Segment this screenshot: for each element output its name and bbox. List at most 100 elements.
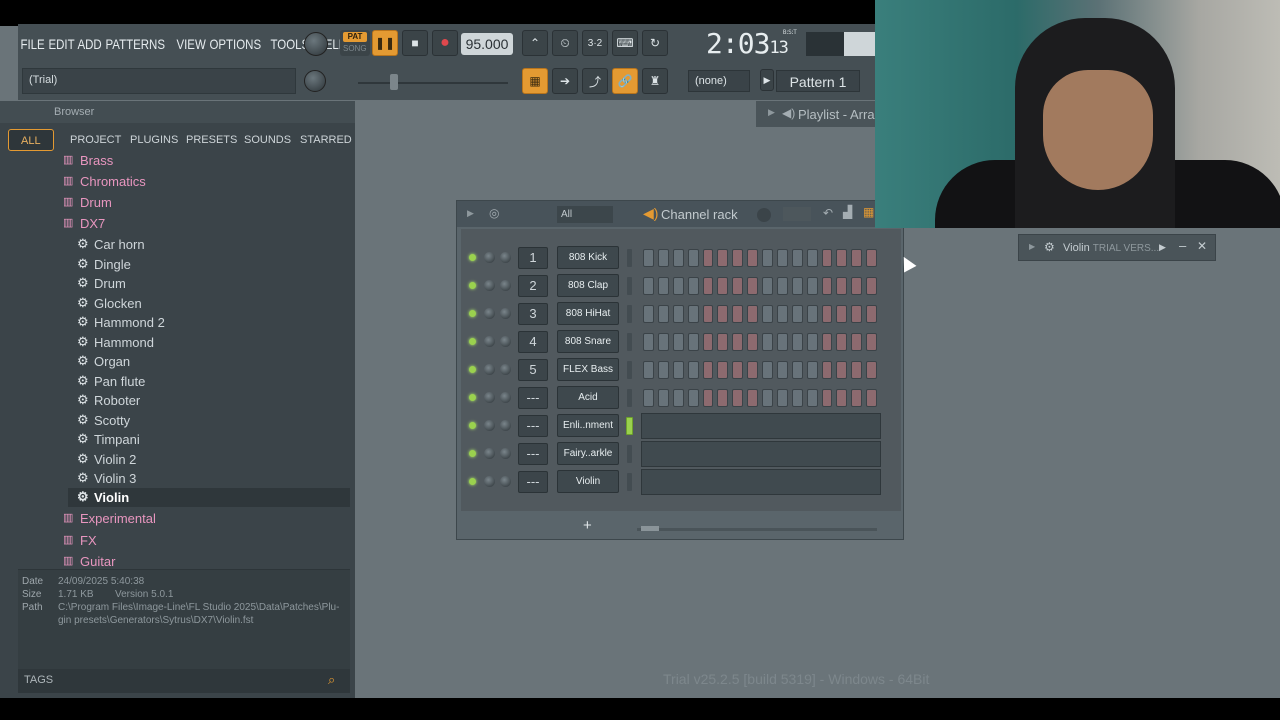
step-button[interactable]: [657, 277, 669, 295]
channel-select[interactable]: [627, 249, 632, 267]
main-volume-knob[interactable]: [304, 32, 328, 56]
main-pitch-knob[interactable]: [304, 70, 326, 92]
mixer-track-number[interactable]: ---: [518, 387, 548, 409]
swing-knob[interactable]: [757, 208, 771, 222]
folder-item[interactable]: ▥ Experimental: [54, 509, 350, 528]
channel-pan-knob[interactable]: [500, 280, 511, 291]
step-button[interactable]: [717, 305, 729, 323]
mixer-track-number[interactable]: 2: [518, 275, 548, 297]
rack-scrollbar[interactable]: [637, 528, 877, 531]
step-button[interactable]: [732, 333, 744, 351]
rack-collapse-icon[interactable]: ▶: [467, 208, 474, 219]
rack-volume-slider[interactable]: [783, 207, 811, 221]
step-button[interactable]: [866, 305, 877, 323]
step-button[interactable]: [747, 333, 758, 351]
step-button[interactable]: [776, 277, 788, 295]
step-button[interactable]: [747, 277, 758, 295]
expand-icon[interactable]: ▶: [1029, 242, 1035, 251]
mute-led[interactable]: [469, 254, 476, 261]
channel-select[interactable]: [627, 389, 632, 407]
folder-item[interactable]: ▥ FX: [54, 531, 350, 550]
step-button[interactable]: [821, 249, 833, 267]
mute-led[interactable]: [469, 478, 476, 485]
step-button[interactable]: [717, 249, 729, 267]
step-button[interactable]: [747, 389, 758, 407]
channel-filter-select[interactable]: All: [557, 206, 613, 223]
record-button[interactable]: ●: [432, 30, 458, 56]
step-button[interactable]: [806, 277, 818, 295]
patch-item[interactable]: ⚙ Scotty: [68, 411, 350, 430]
step-button[interactable]: [762, 389, 773, 407]
step-button[interactable]: [821, 333, 833, 351]
step-button[interactable]: [687, 333, 699, 351]
channel-volume-knob[interactable]: [484, 308, 495, 319]
minimize-icon[interactable]: –: [1179, 238, 1186, 253]
step-button[interactable]: [657, 361, 669, 379]
step-button[interactable]: [791, 277, 803, 295]
step-button[interactable]: [806, 333, 818, 351]
step-button[interactable]: [732, 361, 744, 379]
step-button[interactable]: [732, 389, 744, 407]
step-button[interactable]: [717, 389, 729, 407]
folder-item[interactable]: ▥ Brass: [54, 153, 350, 170]
step-button[interactable]: [643, 305, 654, 323]
snap-selector[interactable]: (none): [688, 70, 750, 92]
patch-item[interactable]: ⚙ Pan flute: [68, 372, 350, 391]
mixer-track-number[interactable]: 1: [518, 247, 548, 269]
channel-select[interactable]: [627, 277, 632, 295]
channel-volume-knob[interactable]: [484, 364, 495, 375]
menu-view[interactable]: VIEW: [174, 36, 208, 52]
step-button[interactable]: [657, 389, 669, 407]
step-button[interactable]: [643, 277, 654, 295]
channel-select[interactable]: [627, 333, 632, 351]
step-button[interactable]: [657, 249, 669, 267]
channel-volume-knob[interactable]: [484, 476, 495, 487]
channel-name-button[interactable]: Acid: [557, 386, 619, 409]
mute-led[interactable]: [469, 282, 476, 289]
step-button[interactable]: [851, 305, 863, 323]
mute-led[interactable]: [469, 310, 476, 317]
step-button[interactable]: [836, 305, 848, 323]
step-button[interactable]: [687, 305, 699, 323]
patch-item[interactable]: ⚙ Car horn: [68, 235, 350, 254]
step-button[interactable]: [762, 249, 773, 267]
step-button[interactable]: [643, 389, 654, 407]
step-button[interactable]: [762, 361, 773, 379]
step-button[interactable]: [866, 361, 877, 379]
channel-name-button[interactable]: Fairy..arkle: [557, 442, 619, 465]
step-button[interactable]: [821, 305, 833, 323]
menu-file[interactable]: FILE: [18, 36, 47, 52]
step-button[interactable]: [762, 333, 773, 351]
channel-select[interactable]: [627, 361, 632, 379]
countdown-icon[interactable]: 3·2: [582, 30, 608, 56]
step-button[interactable]: [806, 361, 818, 379]
step-button[interactable]: [836, 389, 848, 407]
step-button[interactable]: [643, 249, 654, 267]
link-icon[interactable]: 🔗: [612, 68, 638, 94]
graph-editor-icon[interactable]: ▟: [843, 205, 852, 219]
mixer-track-number[interactable]: ---: [518, 471, 548, 493]
step-button[interactable]: [702, 249, 714, 267]
menu-add[interactable]: ADD: [75, 36, 104, 52]
step-button[interactable]: [821, 277, 833, 295]
step-button[interactable]: [687, 249, 699, 267]
step-button[interactable]: [836, 277, 848, 295]
patch-item[interactable]: ⚙ Timpani: [68, 430, 350, 449]
menu-options[interactable]: OPTIONS: [207, 36, 264, 52]
tempo-display[interactable]: 95.000: [461, 33, 513, 55]
folder-item[interactable]: ▥ DX7: [54, 214, 350, 233]
step-button[interactable]: [776, 361, 788, 379]
channel-select[interactable]: [626, 417, 633, 435]
step-button[interactable]: [702, 389, 714, 407]
channel-name-button[interactable]: 808 HiHat: [557, 302, 619, 325]
plugin-picker-icon[interactable]: ♜: [642, 68, 668, 94]
step-button[interactable]: [791, 305, 803, 323]
add-channel-button[interactable]: +: [583, 517, 592, 534]
tags-bar[interactable]: TAGS ⌕: [18, 669, 350, 693]
folder-item[interactable]: ▥ Drum: [54, 193, 350, 212]
patch-item[interactable]: ⚙ Dingle: [68, 255, 350, 274]
browser-tab-all[interactable]: ALL: [8, 129, 54, 151]
step-button[interactable]: [776, 389, 788, 407]
step-button[interactable]: [836, 333, 848, 351]
step-button[interactable]: [776, 333, 788, 351]
